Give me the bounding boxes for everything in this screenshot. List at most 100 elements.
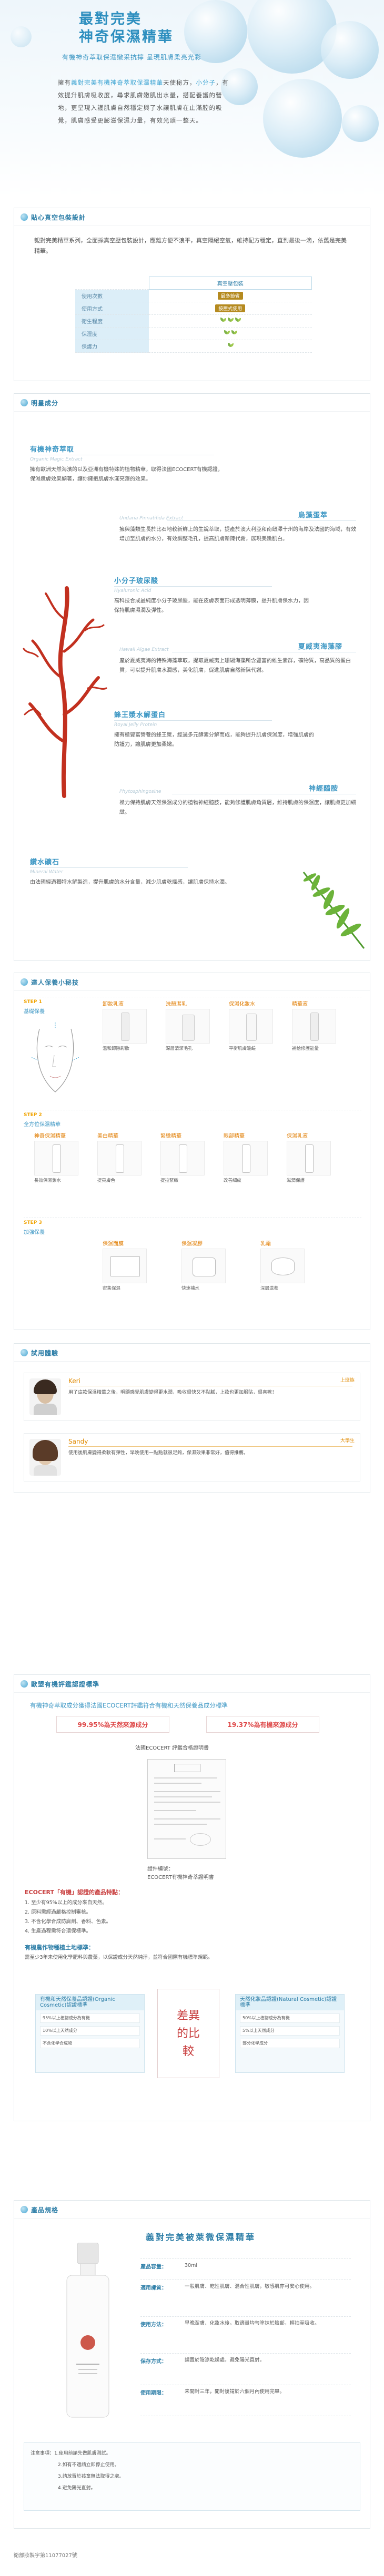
row-value — [149, 340, 312, 353]
ecocert-list: 1. 至少有95%以上的成分來自天然。 2. 原料需經過嚴格控制審核。 3. 不… — [25, 1898, 111, 1936]
step-row: STEP 1 基礎保養 卸妝乳液 溫和卸除彩妝 洗顏潔乳 深層清潔毛孔 保濕化妝… — [24, 997, 361, 1102]
bubble-decoration — [321, 21, 379, 79]
section-title: 歐盟有機評鑑認證標準 — [31, 1681, 100, 1688]
panel-row: 50%以上植物成分為有機 — [240, 2013, 340, 2023]
product-card[interactable]: 美白精華 提亮膚色 — [97, 1131, 142, 1184]
hero-subtitle: 有機神奇萃取保濕嫩采抗擰 呈現肌膚柔亮光彩 — [62, 54, 201, 61]
spec-label: 產品容量： — [140, 2264, 167, 2270]
row-label: 使用方式 — [75, 302, 149, 315]
spec-label: 使用期限： — [140, 2390, 167, 2396]
reviewer-name: Keri — [68, 1377, 80, 1385]
product-card[interactable]: 卸妝乳液 溫和卸除彩妝 — [103, 999, 147, 1052]
hero-banner: 最對完美 神奇保濕精華 有機神奇萃取保濕嫩采抗擰 呈現肌膚柔亮光彩 擁有義對完美… — [0, 0, 384, 197]
ingredient-name: 夏威夷海藻膠 — [298, 643, 343, 651]
ingredient-name: 有機神奇萃取 — [30, 446, 75, 454]
product-card[interactable]: 神奇保濕精華 長效保濕鎖水 — [34, 1131, 78, 1184]
note-line: 2.如有不適請立即停止使用。 — [58, 2462, 119, 2468]
review-card: Keri 上班族 用了這款保濕精華之後，明顯感覺肌膚變得更水潤，吸收很快又不黏膩… — [24, 1373, 360, 1421]
product-card[interactable]: 洗顏潔乳 深層清潔毛孔 — [166, 999, 210, 1052]
reviewer-tag: 大學生 — [340, 1438, 355, 1444]
row-value: 按壓式使用 — [149, 302, 312, 315]
section-title: 試用體驗 — [31, 1350, 59, 1357]
divider — [68, 1446, 352, 1447]
table-row: 衛生程度 — [75, 314, 312, 328]
document-caption: 法國ECOCERT 評鑑合格證明書 — [135, 1745, 209, 1751]
face-illustration — [31, 1021, 80, 1092]
product-description: 平衡肌膚酸鹼 — [229, 1046, 256, 1051]
hero-title-line1: 最對完美 — [79, 11, 142, 27]
table-row: 使用次數 最多節省 — [75, 289, 312, 302]
list-item: 1. 至少有95%以上的成分來自天然。 — [25, 1900, 107, 1906]
seaweed-illustration — [23, 586, 107, 798]
cosmetic-license-code: 衛部妝製字第11077027號 — [14, 2553, 77, 2559]
product-card[interactable]: 精華液 補給修護能量 — [292, 999, 336, 1052]
product-card[interactable]: 眼部精華 改善細紋 — [224, 1131, 268, 1184]
certificate-label: ECOCERT有機神奇萃證明書 — [147, 1875, 214, 1880]
difference-text: 差異的比較 — [177, 2009, 200, 2058]
spec-value: 30ml — [185, 2263, 197, 2268]
product-image — [287, 1141, 331, 1175]
spec-label: 適用膚質： — [140, 2285, 167, 2291]
panel-row: 95%以上植物成分為有機 — [40, 2013, 140, 2023]
product-image — [292, 1009, 336, 1044]
reviewer-tag: 上班族 — [340, 1378, 355, 1383]
ingredient-name: 神經醯胺 — [309, 785, 339, 793]
product-card[interactable]: 乳霜 深層滋養 — [260, 1239, 305, 1292]
page: 最對完美 神奇保濕精華 有機神奇萃取保濕嫩采抗擰 呈現肌膚柔亮光彩 擁有義對完美… — [0, 0, 384, 2576]
product-bottle-image — [66, 2243, 109, 2418]
bullet-icon — [21, 399, 28, 406]
product-title: 義對完美被萊微保濕精華 — [146, 2232, 256, 2242]
product-name: 保濕乳液 — [287, 1133, 308, 1139]
section-trial: 試用體驗 Keri 上班族 用了這款保濕精華之後，明顯感覺肌膚變得更水潤，吸收很… — [14, 1343, 370, 1493]
sprout-icon — [227, 343, 234, 348]
review-card: Sandy 大學生 使用後肌膚變得柔軟有彈性，早晚使用一點點就很足夠，保濕效果非… — [24, 1433, 360, 1481]
product-card[interactable]: 保濕乳液 滋潤保護 — [287, 1131, 331, 1184]
ingredient-name: 蜂王漿水解蛋白 — [114, 711, 166, 719]
ecocert-logo — [174, 1764, 200, 1772]
reviewer-name: Sandy — [68, 1438, 88, 1445]
ingredient-latin: Mineral Water — [30, 870, 63, 875]
step-name: 全方位保濕精華 — [24, 1122, 60, 1128]
spec-row: 保存方式： 請置於陰涼乾燥處，避免陽光直射。 — [140, 2353, 351, 2385]
organic-land-text: 需至少3年未使用化學肥料與農藥，以保證成分天然純淨，並符合國際有機標準規範。 — [25, 1955, 213, 1960]
avatar — [29, 1378, 61, 1415]
organic-land-heading: 有機農作物種植土地標準： — [25, 1944, 94, 1951]
divider — [114, 720, 272, 721]
sprout-icon — [234, 318, 241, 323]
product-card[interactable]: 保濕面膜 密集保濕 — [103, 1239, 147, 1292]
section-title: 達人保養小秘技 — [31, 979, 79, 986]
section-title: 產品規格 — [31, 2206, 59, 2214]
section-title: 貼心真空包裝設計 — [31, 214, 86, 221]
value-badge: 最多節省 — [217, 292, 243, 300]
hero-title: 最對完美 神奇保濕精華 — [79, 11, 205, 46]
certificate-number: 證件編號： — [147, 1866, 174, 1872]
product-card[interactable]: 緊緻精華 提拉緊緻 — [160, 1131, 205, 1184]
hero-text-highlight2: 小分子 — [196, 79, 216, 86]
bullet-icon — [21, 1680, 28, 1688]
section-header: 試用體驗 — [14, 1344, 370, 1362]
product-card[interactable]: 保濕凝膠 快速補水 — [181, 1239, 226, 1292]
organic-percentage: 19.37%為有機來源成分 — [206, 1716, 319, 1733]
ingredient-description: 擁有歐洲天然海濱的以及亞洲有機特殊的植物精華，取得法國ECOCERT有機認證，保… — [30, 467, 223, 482]
certificate-document — [147, 1759, 226, 1859]
row-value — [149, 327, 312, 340]
sprout-icon — [230, 330, 238, 335]
sprout-icon — [223, 330, 230, 335]
product-card[interactable]: 保濕化妝水 平衡肌膚酸鹼 — [229, 999, 273, 1052]
spec-row: 使用期限： 未開封三年，開封後請於六個月內使用完畢。 — [140, 2385, 351, 2416]
step-tag: STEP 3 — [24, 1220, 42, 1225]
ingredient-description: 產於夏威夷海的特殊海藻萃取，提取夏威夷上珊瑚海藻所含豐富的維生素群，礦物質，高品… — [119, 658, 351, 673]
section-packaging: 貼心真空包裝設計 親對完美精華系列，全面採真空壓包裝設計，應離方便不浪平，真空隔… — [14, 208, 370, 381]
panel-row: 5%以上天然成分 — [240, 2026, 340, 2036]
ecocert-heading: ECOCERT「有機」認證的產品特點： — [25, 1889, 124, 1896]
spec-value: 請置於陰涼乾燥處，避免陽光直射。 — [185, 2357, 265, 2363]
product-image — [97, 1141, 142, 1175]
product-name: 保濕化妝水 — [229, 1001, 255, 1007]
certification-lead: 有機神奇萃取成分獲得法國ECOCERT評鑑符合有機和天然保養品成分標準 — [30, 1702, 228, 1709]
value-badge: 按壓式使用 — [215, 304, 246, 312]
list-item: 2. 原料需經過嚴格控制審核。 — [25, 1909, 92, 1915]
bubble-decoration — [11, 26, 32, 47]
row-value — [149, 314, 312, 328]
section-skincare-steps: 達人保養小秘技 STEP 1 基礎保養 卸妝乳液 溫和卸除彩妝 洗顏潔乳 深層清… — [14, 973, 370, 1330]
packaging-table: 真空壓包裝 使用次數 最多節省 使用方式 按壓式使用 衛生程度 保溼度 保護力 — [75, 277, 312, 353]
